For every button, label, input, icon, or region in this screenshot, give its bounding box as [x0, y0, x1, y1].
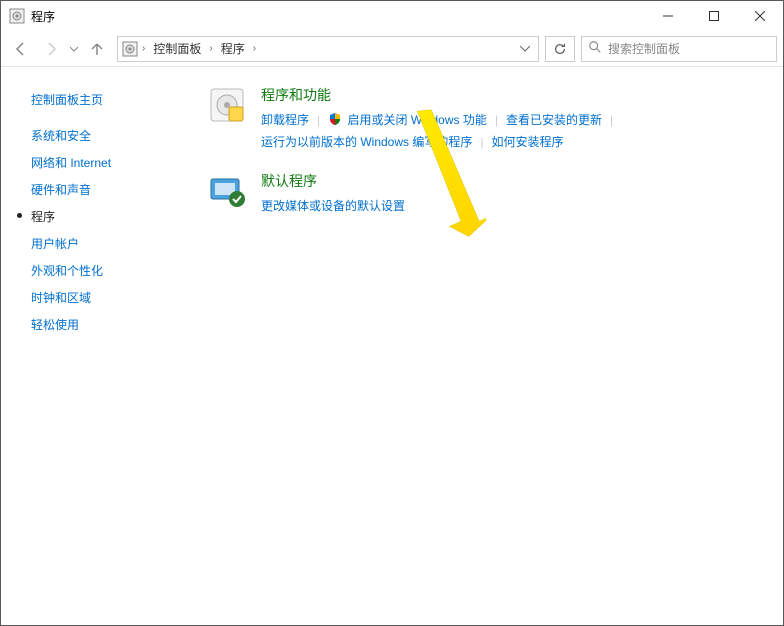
category-body: 程序和功能 卸载程序 | 启用或关闭 Windows 功能 | 查看已安装的更新…	[261, 85, 763, 153]
sidebar-item-programs[interactable]: 程序	[1, 203, 207, 230]
sidebar-list: 系统和安全 网络和 Internet 硬件和声音 程序 用户帐户 外观和个性化 …	[1, 122, 207, 338]
how-to-install-link[interactable]: 如何安装程序	[491, 131, 563, 153]
control-panel-home-link[interactable]: 控制面板主页	[1, 87, 207, 122]
programs-icon	[122, 41, 138, 57]
programs-features-title[interactable]: 程序和功能	[261, 85, 763, 105]
minimize-button[interactable]	[645, 1, 691, 31]
back-button[interactable]	[7, 35, 35, 63]
media-device-defaults-link[interactable]: 更改媒体或设备的默认设置	[261, 195, 405, 217]
run-legacy-programs-link[interactable]: 运行为以前版本的 Windows 编写的程序	[261, 131, 472, 153]
windows-features-link[interactable]: 启用或关闭 Windows 功能	[328, 109, 487, 131]
programs-icon	[9, 8, 25, 24]
search-icon	[588, 40, 602, 57]
forward-button[interactable]	[37, 35, 65, 63]
sidebar-item-appearance[interactable]: 外观和个性化	[1, 257, 207, 284]
search-input[interactable]	[608, 42, 770, 56]
main-pane: 程序和功能 卸载程序 | 启用或关闭 Windows 功能 | 查看已安装的更新…	[207, 67, 783, 625]
link-label: 启用或关闭 Windows 功能	[347, 113, 486, 127]
uninstall-program-link[interactable]: 卸载程序	[261, 109, 309, 131]
chevron-right-icon[interactable]: ›	[209, 43, 212, 54]
breadcrumb-programs[interactable]: 程序	[217, 38, 249, 59]
chevron-right-icon[interactable]: ›	[253, 43, 256, 54]
category-programs-features: 程序和功能 卸载程序 | 启用或关闭 Windows 功能 | 查看已安装的更新…	[207, 85, 763, 153]
content-body: 控制面板主页 系统和安全 网络和 Internet 硬件和声音 程序 用户帐户 …	[1, 67, 783, 625]
default-programs-title[interactable]: 默认程序	[261, 171, 763, 191]
address-bar[interactable]: › 控制面板 › 程序 ›	[117, 36, 539, 62]
view-installed-updates-link[interactable]: 查看已安装的更新	[506, 109, 602, 131]
address-dropdown[interactable]	[516, 42, 534, 56]
programs-features-icon	[207, 85, 247, 125]
default-programs-links: 更改媒体或设备的默认设置	[261, 195, 763, 217]
nav-toolbar: › 控制面板 › 程序 ›	[1, 31, 783, 67]
history-dropdown[interactable]	[67, 35, 81, 63]
default-programs-icon	[207, 171, 247, 211]
breadcrumb-control-panel[interactable]: 控制面板	[149, 38, 205, 59]
sidebar-item-ease-of-access[interactable]: 轻松使用	[1, 311, 207, 338]
sidebar-item-user-accounts[interactable]: 用户帐户	[1, 230, 207, 257]
sidebar-item-system-security[interactable]: 系统和安全	[1, 122, 207, 149]
window-controls	[645, 1, 783, 31]
up-button[interactable]	[83, 35, 111, 63]
chevron-right-icon[interactable]: ›	[142, 43, 145, 54]
search-box[interactable]	[581, 36, 777, 62]
titlebar: 程序	[1, 1, 783, 31]
sidebar-item-network-internet[interactable]: 网络和 Internet	[1, 149, 207, 176]
sidebar-item-hardware-sound[interactable]: 硬件和声音	[1, 176, 207, 203]
sidebar-item-clock-region[interactable]: 时钟和区域	[1, 284, 207, 311]
shield-icon	[328, 111, 342, 125]
control-panel-window: 程序 › 控制面板 › 程序 ›	[0, 0, 784, 626]
sidebar: 控制面板主页 系统和安全 网络和 Internet 硬件和声音 程序 用户帐户 …	[1, 67, 207, 625]
category-body: 默认程序 更改媒体或设备的默认设置	[261, 171, 763, 217]
programs-features-links: 卸载程序 | 启用或关闭 Windows 功能 | 查看已安装的更新 | 运行为…	[261, 109, 763, 153]
maximize-button[interactable]	[691, 1, 737, 31]
category-default-programs: 默认程序 更改媒体或设备的默认设置	[207, 171, 763, 217]
close-button[interactable]	[737, 1, 783, 31]
window-title: 程序	[31, 8, 645, 25]
refresh-button[interactable]	[545, 36, 575, 62]
